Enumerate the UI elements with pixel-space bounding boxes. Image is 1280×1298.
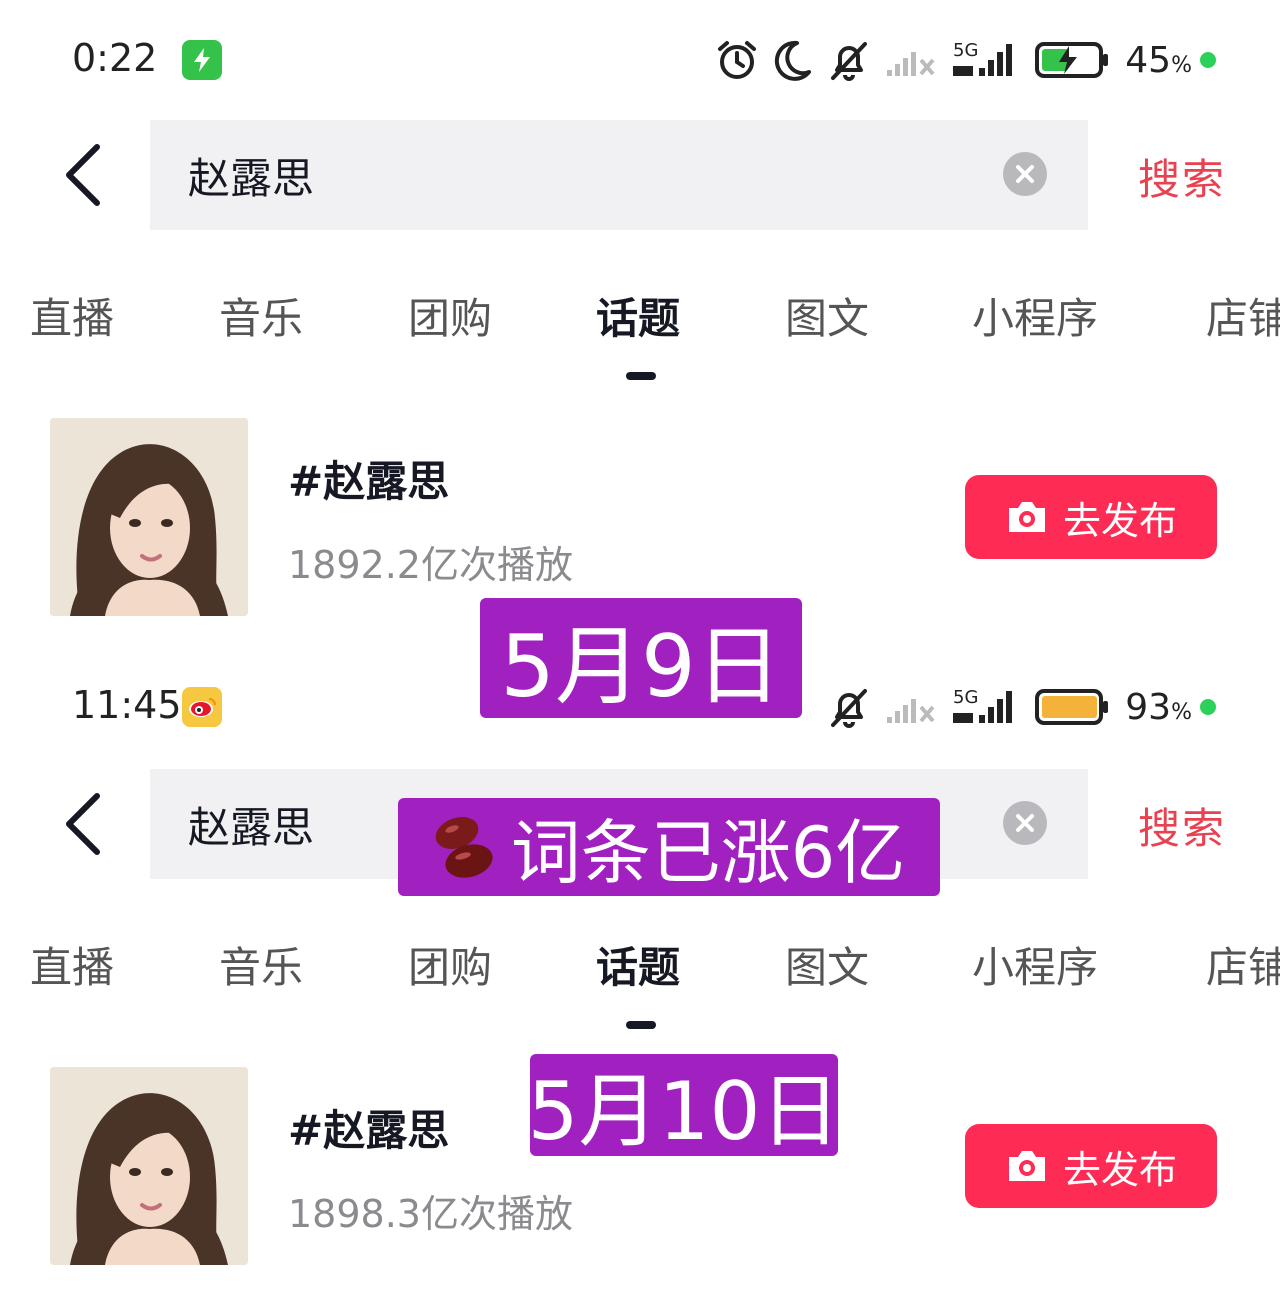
tab-music[interactable]: 音乐 bbox=[219, 285, 303, 346]
moon-icon bbox=[775, 40, 812, 81]
5g-signal-icon: 5G bbox=[953, 40, 1013, 76]
topic-avatar[interactable] bbox=[50, 1067, 248, 1265]
search-submit-button[interactable]: 搜索 bbox=[1138, 795, 1226, 856]
bean-emoji-icon bbox=[435, 817, 493, 878]
tab-store[interactable]: 店铺 bbox=[1206, 285, 1280, 346]
tab-live[interactable]: 直播 bbox=[30, 285, 114, 346]
active-tab-indicator bbox=[626, 372, 656, 380]
back-arrow-icon bbox=[66, 144, 100, 206]
tab-image-text[interactable]: 图文 bbox=[785, 285, 869, 346]
camera-icon bbox=[1008, 502, 1045, 532]
publish-button-label: 去发布 bbox=[1062, 498, 1177, 543]
status-time: 11:45 bbox=[72, 683, 182, 727]
weibo-app-icon bbox=[182, 687, 222, 727]
date-caption-may-9: 5月9日 bbox=[480, 598, 802, 718]
signal-icon bbox=[887, 52, 935, 76]
back-button[interactable] bbox=[58, 791, 108, 857]
alarm-icon bbox=[718, 41, 757, 79]
5g-signal-icon: 5G bbox=[953, 687, 1013, 723]
screenshot-may-10: 11:45 5G 93% 搜索 直播 音乐 团购 话题 图文 小程序 店铺 bbox=[0, 649, 1280, 1298]
signal-icon bbox=[887, 699, 935, 723]
tab-mini-program[interactable]: 小程序 bbox=[972, 934, 1098, 995]
back-button[interactable] bbox=[58, 142, 108, 208]
publish-button-label: 去发布 bbox=[1062, 1147, 1177, 1192]
svg-text:5G: 5G bbox=[953, 40, 978, 61]
topic-title[interactable]: #赵露思 bbox=[288, 1097, 449, 1158]
mute-bell-icon bbox=[831, 42, 868, 81]
growth-caption-text: 词条已涨6亿 bbox=[510, 811, 906, 894]
topic-view-count: 1892.2亿次播放 bbox=[288, 543, 573, 587]
date-caption-may-10: 5月10日 bbox=[528, 1054, 840, 1158]
clear-search-button[interactable] bbox=[1003, 152, 1047, 196]
privacy-indicator-dot bbox=[1200, 699, 1216, 715]
status-icons: 5G 45% bbox=[715, 36, 1216, 84]
search-input[interactable] bbox=[188, 150, 968, 200]
topic-title[interactable]: #赵露思 bbox=[288, 448, 449, 509]
topic-avatar[interactable] bbox=[50, 418, 248, 616]
publish-button[interactable]: 去发布 bbox=[965, 1124, 1217, 1208]
search-submit-button[interactable]: 搜索 bbox=[1138, 146, 1226, 207]
battery-percent: 45% bbox=[1125, 39, 1192, 81]
mute-bell-icon bbox=[831, 689, 868, 728]
screenshot-may-9: 0:22 5G 45% 搜索 直播 音乐 团购 话题 图文 小程序 店铺 bbox=[0, 0, 1280, 649]
tab-live[interactable]: 直播 bbox=[30, 934, 114, 995]
battery-percent: 93% bbox=[1125, 686, 1192, 728]
tab-group-buy[interactable]: 团购 bbox=[408, 934, 492, 995]
clear-icon bbox=[1016, 165, 1034, 183]
publish-button[interactable]: 去发布 bbox=[965, 475, 1217, 559]
tab-mini-program[interactable]: 小程序 bbox=[972, 285, 1098, 346]
back-arrow-icon bbox=[66, 793, 100, 855]
camera-icon bbox=[1008, 1151, 1045, 1181]
privacy-indicator-dot bbox=[1200, 52, 1216, 68]
clear-icon bbox=[1016, 814, 1034, 832]
growth-caption: 词条已涨6亿 bbox=[398, 798, 940, 896]
battery-icon bbox=[1035, 689, 1109, 725]
category-tabs: 直播 音乐 团购 话题 图文 小程序 店铺 bbox=[0, 285, 1280, 345]
tab-topic[interactable]: 话题 bbox=[596, 934, 680, 995]
charging-app-icon bbox=[182, 40, 222, 80]
clear-search-button[interactable] bbox=[1003, 801, 1047, 845]
battery-icon bbox=[1035, 42, 1109, 78]
status-time: 0:22 bbox=[72, 36, 158, 80]
tab-store[interactable]: 店铺 bbox=[1206, 934, 1280, 995]
active-tab-indicator bbox=[626, 1021, 656, 1029]
category-tabs: 直播 音乐 团购 话题 图文 小程序 店铺 bbox=[0, 934, 1280, 994]
topic-view-count: 1898.3亿次播放 bbox=[288, 1192, 573, 1236]
status-icons: 5G 93% bbox=[827, 683, 1216, 731]
tab-music[interactable]: 音乐 bbox=[219, 934, 303, 995]
tab-group-buy[interactable]: 团购 bbox=[408, 285, 492, 346]
tab-image-text[interactable]: 图文 bbox=[785, 934, 869, 995]
svg-text:5G: 5G bbox=[953, 687, 978, 708]
search-box[interactable] bbox=[150, 120, 1088, 230]
tab-topic[interactable]: 话题 bbox=[596, 285, 680, 346]
